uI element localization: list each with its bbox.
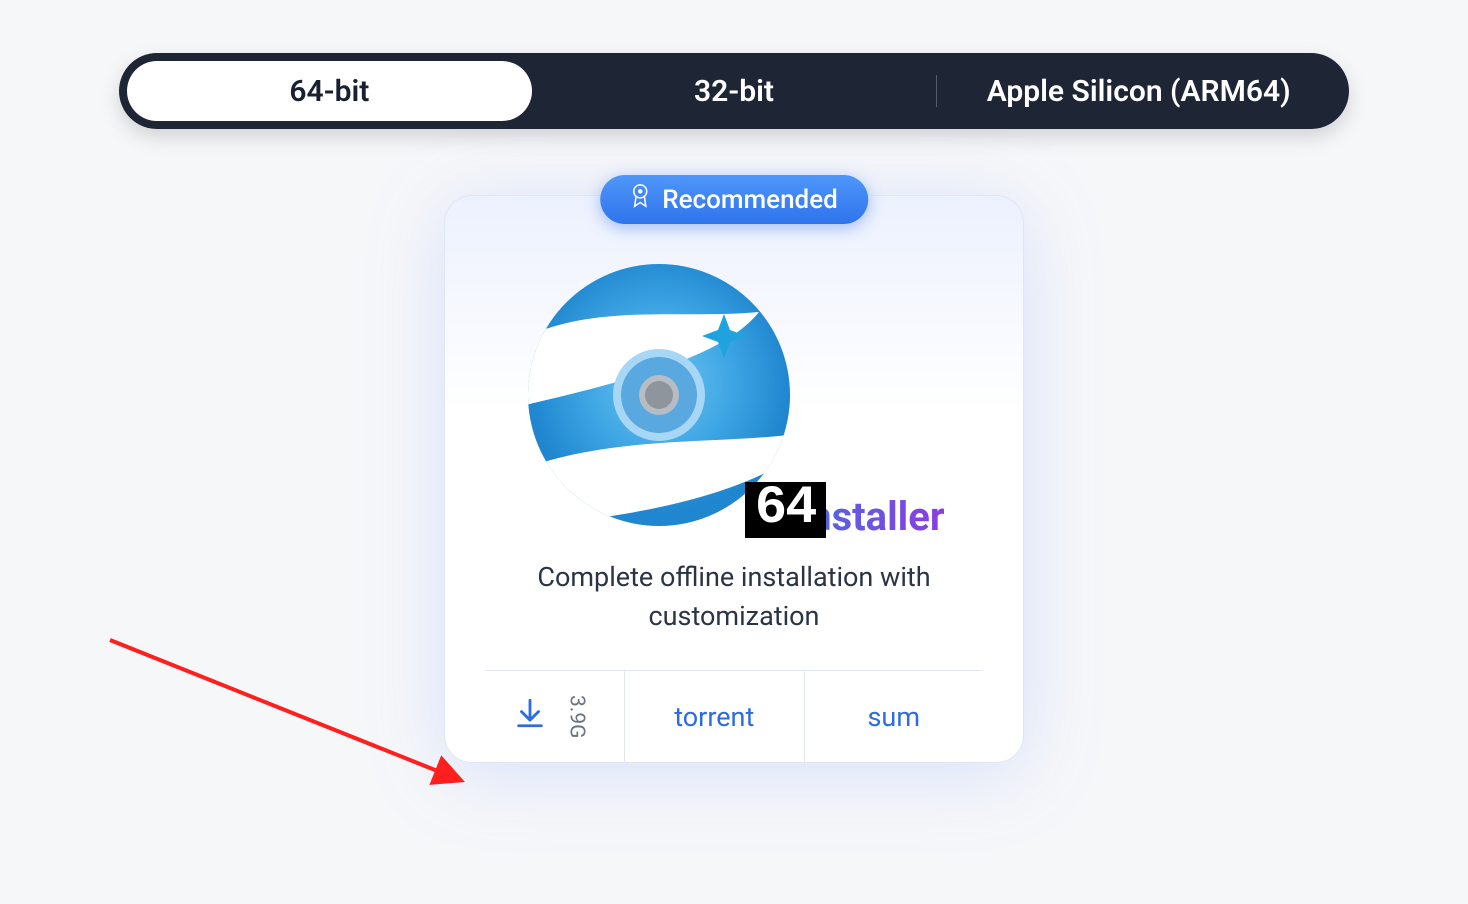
card-body: 64 Installer Complete offline installati…: [444, 195, 1024, 763]
download-size: 3.9G: [557, 689, 597, 744]
arch-tab-64bit[interactable]: 64-bit: [127, 61, 532, 121]
annotation-arrow: [100, 630, 490, 830]
ribbon-icon: [630, 183, 650, 216]
card-footer: 3.9G torrent sum: [485, 670, 983, 762]
arch-tab-32bit[interactable]: 32-bit: [532, 61, 937, 121]
arch-tab-arm64[interactable]: Apple Silicon (ARM64): [936, 61, 1341, 121]
disc-image: 64: [524, 260, 794, 530]
torrent-link[interactable]: torrent: [625, 671, 805, 762]
download-card: Recommended: [444, 195, 1024, 763]
recommended-badge: Recommended: [600, 175, 868, 224]
arch-badge-64: 64: [745, 482, 826, 538]
recommended-label: Recommended: [662, 185, 838, 215]
sum-link[interactable]: sum: [805, 671, 984, 762]
card-subtitle: Complete offline installation with custo…: [485, 558, 983, 670]
arch-tabs: 64-bit 32-bit Apple Silicon (ARM64): [119, 53, 1349, 129]
download-icon: [513, 696, 547, 737]
download-button[interactable]: 3.9G: [485, 671, 625, 762]
